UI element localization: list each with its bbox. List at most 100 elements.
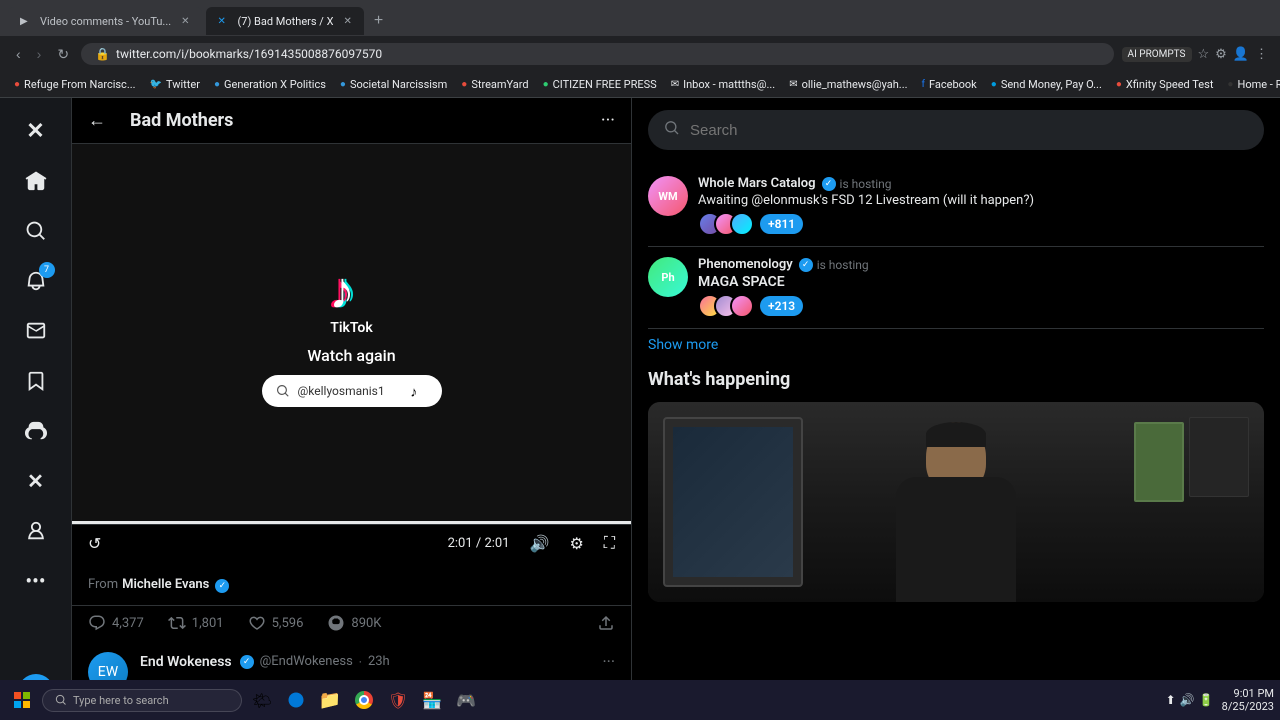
sidebar-premium[interactable]: ✕ — [13, 458, 59, 504]
space-item-2[interactable]: Ph Phenomenology ✓ is hosting MAGA SPACE — [648, 247, 1264, 329]
tab-youtube-close[interactable]: ✕ — [181, 16, 189, 27]
sys-icon-network[interactable]: ⬆ — [1166, 693, 1176, 707]
url-text: twitter.com/i/bookmarks/1691435008876097… — [116, 47, 382, 61]
right-window — [1134, 422, 1184, 502]
taskbar-icon-files[interactable]: 📁 — [314, 684, 346, 716]
sidebar-messages[interactable] — [13, 308, 59, 354]
new-tab-button[interactable]: + — [368, 12, 389, 30]
retweet-action[interactable]: 1,801 — [168, 614, 224, 632]
bookmark-facebook[interactable]: f Facebook — [916, 76, 983, 93]
progress-track[interactable] — [72, 521, 631, 524]
back-button[interactable]: ← — [88, 110, 106, 131]
x-logo[interactable]: ✕ — [13, 108, 59, 154]
frame-inner — [673, 427, 793, 577]
tab-twitter[interactable]: ✕ (7) Bad Mothers / X ✕ — [206, 7, 364, 35]
start-button[interactable] — [6, 688, 38, 712]
bookmark-revolver[interactable]: ● Home - Revolver — [1221, 76, 1280, 93]
retweet-count: 1,801 — [192, 616, 224, 631]
person-shape — [886, 422, 1026, 602]
tab-twitter-close[interactable]: ✕ — [343, 16, 351, 27]
reply-action[interactable]: 4,377 — [88, 614, 144, 632]
sidebar-communities[interactable] — [13, 408, 59, 454]
volume-button[interactable]: 🔊 — [530, 534, 550, 553]
taskbar-icon-shield[interactable]: 🛡 — [382, 684, 414, 716]
bookmark-twitter[interactable]: 🐦 Twitter — [144, 76, 206, 93]
bookmark-refuge[interactable]: ● Refuge From Narcisc... — [8, 76, 142, 93]
listener-av-3 — [730, 212, 754, 236]
bookmark-sendmoney[interactable]: ● Send Money, Pay O... — [985, 76, 1108, 93]
taskbar-icon-weather[interactable]: 🌤 — [246, 684, 278, 716]
sidebar-profile[interactable] — [13, 508, 59, 554]
tiktok-search-bar[interactable]: @kellyosmanis1 ♪ — [262, 375, 442, 407]
show-more-link[interactable]: Show more — [648, 329, 1264, 361]
bookmark-icon[interactable]: ☆ — [1198, 47, 1210, 62]
tweet-more-btn[interactable]: ··· — [602, 652, 615, 671]
sidebar-home[interactable] — [13, 158, 59, 204]
search-icon — [664, 120, 680, 140]
notification-badge: 7 — [39, 262, 55, 278]
space-item-1[interactable]: WM Whole Mars Catalog ✓ is hosting Await… — [648, 166, 1264, 247]
taskbar-icon-store[interactable]: 🏪 — [416, 684, 448, 716]
taskbar-icon-gamepass[interactable]: 🎮 — [450, 684, 482, 716]
bookmark-societal[interactable]: ● Societal Narcissism — [334, 76, 453, 93]
tweet-time: 23h — [368, 654, 390, 669]
share-action[interactable] — [597, 614, 615, 632]
middle-panel: ← Bad Mothers ··· — [72, 98, 632, 720]
search-input[interactable] — [690, 122, 1248, 139]
browser-chrome: ▶ Video comments - YouTu... ✕ ✕ (7) Bad … — [0, 0, 1280, 720]
space-hosting-1: is hosting — [840, 177, 892, 191]
tiktok-brand-icon: ♪ — [408, 381, 428, 401]
bookmark-genx[interactable]: ● Generation X Politics — [208, 76, 332, 93]
space-hosting-2: is hosting — [817, 258, 869, 272]
search-box[interactable] — [648, 110, 1264, 150]
happening-section: What's happening — [648, 369, 1264, 602]
sidebar-notifications[interactable]: 7 — [13, 258, 59, 304]
tab-youtube[interactable]: ▶ Video comments - YouTu... ✕ — [8, 7, 202, 35]
taskbar-icon-chrome[interactable] — [348, 684, 380, 716]
url-bar[interactable]: 🔒 twitter.com/i/bookmarks/16914350088760… — [81, 43, 1113, 65]
taskbar-app-icons: 🌤 📁 🛡 🏪 🎮 — [246, 684, 482, 716]
video-player[interactable]: ♪ ♪ ♪ TikTok Watch again @kellyosmanis1 — [72, 144, 631, 524]
space-title-2: MAGA SPACE — [698, 274, 1264, 290]
svg-text:♪: ♪ — [329, 262, 355, 320]
fullscreen-button[interactable]: ⛶ — [604, 533, 615, 553]
bookmark-streamyard[interactable]: ● StreamYard — [455, 76, 534, 93]
taskbar-icon-edge[interactable] — [280, 684, 312, 716]
tweet-dot: · — [359, 655, 362, 669]
happening-image[interactable] — [648, 402, 1264, 602]
bookmark-cfp[interactable]: ● CITIZEN FREE PRESS — [537, 76, 663, 93]
settings-button[interactable]: ⚙ — [569, 534, 583, 553]
taskbar-search[interactable]: Type here to search — [42, 689, 242, 712]
tweet-header: End Wokeness ✓ @EndWokeness · 23h ··· — [140, 652, 615, 671]
views-action[interactable]: 890K — [327, 614, 381, 632]
tweet-author: End Wokeness — [140, 654, 232, 670]
back-button[interactable]: ‹ — [12, 42, 25, 66]
sidebar-explore[interactable] — [13, 208, 59, 254]
sidebar-more[interactable]: ••• — [13, 558, 59, 604]
profile-icon[interactable]: 👤 — [1233, 47, 1249, 62]
bookmark-xfinity[interactable]: ● Xfinity Speed Test — [1110, 76, 1220, 93]
space-host-avatar-2: Ph — [648, 257, 688, 297]
forward-button[interactable]: › — [33, 42, 46, 66]
taskbar-datetime[interactable]: 9:01 PM 8/25/2023 — [1222, 687, 1274, 713]
watch-again-text: Watch again — [307, 346, 395, 365]
like-action[interactable]: 5,596 — [248, 614, 304, 632]
extensions-icon[interactable]: ⚙ — [1215, 47, 1227, 62]
bookmark-ollie[interactable]: ✉ ollie_mathews@yah... — [783, 76, 913, 93]
space-verified-2: ✓ — [799, 258, 813, 272]
refresh-button[interactable]: ↻ — [53, 42, 73, 67]
menu-icon[interactable]: ⋮ — [1255, 47, 1268, 62]
video-controls: ↺ 2:01 / 2:01 🔊 ⚙ ⛶ — [72, 524, 631, 561]
sys-icon-battery[interactable]: 🔋 — [1199, 693, 1214, 707]
action-row: 4,377 1,801 5,596 890K — [72, 606, 631, 640]
taskbar-clock: 9:01 PM — [1222, 687, 1274, 700]
sidebar-bookmarks[interactable] — [13, 358, 59, 404]
bookmark-inbox[interactable]: ✉ Inbox - mattths@... — [665, 76, 782, 93]
tweet-verified: ✓ — [240, 655, 254, 669]
post-author[interactable]: Michelle Evans — [122, 577, 209, 592]
sys-icon-sound[interactable]: 🔊 — [1180, 693, 1195, 707]
space-host-line-2: Phenomenology ✓ is hosting — [698, 257, 1264, 272]
replay-button[interactable]: ↺ — [88, 534, 101, 553]
ai-prompts-icon[interactable]: AI PROMPTS — [1122, 47, 1192, 62]
more-button[interactable]: ··· — [601, 110, 615, 131]
